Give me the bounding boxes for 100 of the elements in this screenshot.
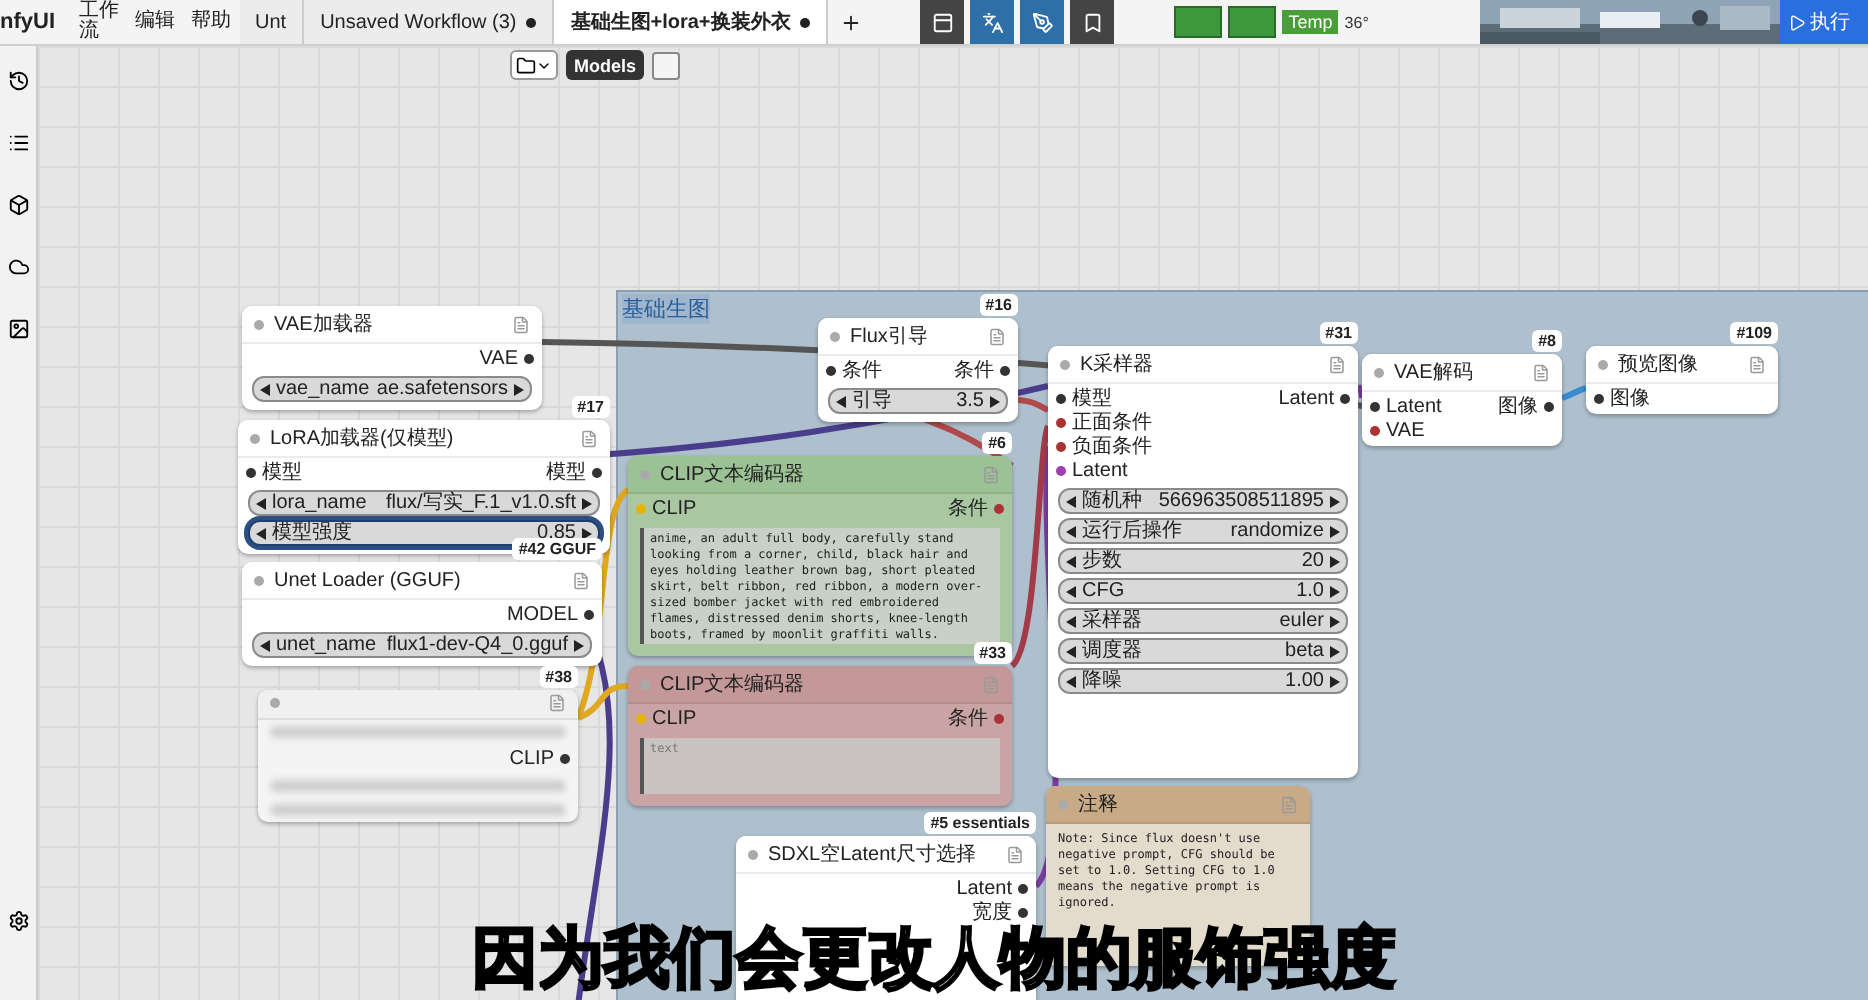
widget-field[interactable]: 运行后操作 randomize	[1058, 518, 1348, 544]
collapse-dot-icon[interactable]	[830, 331, 840, 341]
port-label: MODEL	[506, 604, 578, 626]
node-header[interactable]: 预览图像	[1586, 346, 1778, 384]
node-header[interactable]: VAE加载器	[242, 306, 542, 344]
menu-item[interactable]: 工作流	[79, 2, 119, 42]
left-arrow-icon[interactable]	[1066, 615, 1076, 627]
output-port-icon[interactable]	[1000, 366, 1010, 376]
input-port-icon[interactable]	[826, 366, 836, 376]
input-port-icon[interactable]	[1370, 402, 1380, 412]
node-header[interactable]: Flux引导	[818, 318, 1018, 356]
widget-field[interactable]: 采样器 euler	[1058, 608, 1348, 634]
left-arrow-icon[interactable]	[1066, 495, 1076, 507]
toolbar-button[interactable]	[970, 0, 1015, 44]
widget-field[interactable]: unet_name flux1-dev-Q4_0.gguf	[252, 632, 592, 658]
right-arrow-icon[interactable]	[1330, 615, 1340, 627]
widget-field[interactable]: 步数 20	[1058, 548, 1348, 574]
input-port-icon[interactable]	[1056, 466, 1066, 476]
cube-icon[interactable]	[7, 194, 29, 216]
collapse-dot-icon[interactable]	[270, 698, 280, 709]
node-header[interactable]: LoRA加载器(仅模型)	[238, 420, 610, 458]
node-header[interactable]	[258, 690, 578, 720]
left-arrow-icon[interactable]	[260, 383, 270, 395]
input-port-icon[interactable]	[1056, 418, 1066, 428]
widget-field[interactable]: 降噪 1.00	[1058, 668, 1348, 694]
widget-field[interactable]: vae_name ae.safetensors	[252, 376, 532, 402]
right-arrow-icon[interactable]	[1330, 585, 1340, 597]
node-header[interactable]: 注释	[1046, 786, 1310, 824]
left-arrow-icon[interactable]	[1066, 585, 1076, 597]
node-header[interactable]: K采样器	[1048, 346, 1358, 384]
right-arrow-icon[interactable]	[1330, 675, 1340, 687]
left-arrow-icon[interactable]	[1066, 525, 1076, 537]
left-arrow-icon[interactable]	[1066, 555, 1076, 567]
right-arrow-icon[interactable]	[1330, 525, 1340, 537]
settings-icon[interactable]	[7, 910, 29, 932]
square-button[interactable]	[652, 51, 681, 79]
input-port-icon[interactable]	[246, 468, 256, 478]
widget-field[interactable]: CFG 1.0	[1058, 578, 1348, 604]
right-arrow-icon[interactable]	[1330, 645, 1340, 657]
toolbar-button[interactable]	[920, 0, 965, 44]
widget-field[interactable]: lora_name flux/写实_F.1_v1.0.sft	[248, 490, 600, 516]
node-title: SDXL空Latent尺寸选择	[768, 841, 978, 868]
widget-field[interactable]: 调度器 beta	[1058, 638, 1348, 664]
node-title: K采样器	[1080, 351, 1156, 378]
history-icon[interactable]	[7, 70, 29, 92]
input-port-icon[interactable]	[636, 504, 646, 514]
collapse-dot-icon[interactable]	[1060, 359, 1070, 369]
node-header[interactable]: VAE解码	[1362, 354, 1562, 392]
output-port-icon[interactable]	[592, 468, 602, 478]
node-header[interactable]: SDXL空Latent尺寸选择	[736, 836, 1036, 874]
menu-item[interactable]: 帮助	[191, 12, 231, 32]
right-arrow-icon[interactable]	[574, 639, 584, 651]
output-port-icon[interactable]	[524, 354, 534, 364]
node-id-badge: #16	[979, 294, 1018, 316]
input-port-icon[interactable]	[1370, 426, 1380, 436]
collapse-dot-icon[interactable]	[250, 433, 260, 443]
right-arrow-icon[interactable]	[1330, 495, 1340, 507]
widget-field[interactable]: 随机种 566963508511895	[1058, 488, 1348, 514]
left-arrow-icon[interactable]	[256, 527, 266, 539]
collapse-dot-icon[interactable]	[748, 849, 758, 859]
port-label: 正面条件	[1072, 412, 1152, 434]
workflow-tab[interactable]: 基础生图+lora+换装外衣	[554, 0, 829, 44]
models-button[interactable]: Models	[566, 50, 645, 80]
node-header[interactable]: Unet Loader (GGUF)	[242, 562, 602, 600]
output-port-icon[interactable]	[1340, 394, 1350, 404]
collapse-dot-icon[interactable]	[254, 319, 264, 329]
add-tab-icon[interactable]	[840, 11, 863, 33]
right-arrow-icon[interactable]	[1330, 555, 1340, 567]
cloud-icon[interactable]	[7, 256, 29, 278]
collapse-dot-icon[interactable]	[1374, 367, 1384, 377]
output-port-icon[interactable]	[1018, 908, 1028, 918]
toolbar-button[interactable]	[1070, 0, 1115, 44]
image-icon[interactable]	[7, 318, 29, 340]
collapse-dot-icon[interactable]	[254, 575, 264, 585]
input-port-icon[interactable]	[1056, 394, 1066, 404]
workflow-tab[interactable]: Unsaved Workflow (3)	[304, 0, 555, 44]
folder-button[interactable]	[510, 50, 558, 80]
workflow-tab[interactable]: Unt	[239, 0, 305, 44]
toolbar-button[interactable]	[1020, 0, 1065, 44]
output-port-icon[interactable]	[560, 753, 570, 764]
node-header[interactable]: CLIP文本编码器	[628, 456, 1012, 494]
node-header[interactable]: CLIP文本编码器	[628, 666, 1012, 704]
collapse-dot-icon[interactable]	[1598, 359, 1608, 369]
collapse-dot-icon[interactable]	[1058, 799, 1068, 809]
output-port-icon[interactable]	[1018, 884, 1028, 894]
right-arrow-icon[interactable]	[514, 383, 524, 395]
left-arrow-icon[interactable]	[1066, 645, 1076, 657]
output-port-icon[interactable]	[1544, 402, 1554, 412]
input-port-icon[interactable]	[636, 714, 646, 724]
left-arrow-icon[interactable]	[1066, 675, 1076, 687]
left-arrow-icon[interactable]	[260, 639, 270, 651]
output-port-icon[interactable]	[584, 610, 594, 620]
widget-field[interactable]: 引导 3.5	[828, 388, 1008, 414]
input-port-icon[interactable]	[1594, 394, 1604, 404]
menu-item[interactable]: 编辑	[135, 12, 175, 32]
collapse-dot-icon[interactable]	[640, 679, 650, 689]
run-button[interactable]: 执行	[1780, 0, 1868, 44]
left-arrow-icon[interactable]	[836, 395, 846, 407]
right-arrow-icon[interactable]	[990, 395, 1000, 407]
input-port-icon[interactable]	[1056, 442, 1066, 452]
